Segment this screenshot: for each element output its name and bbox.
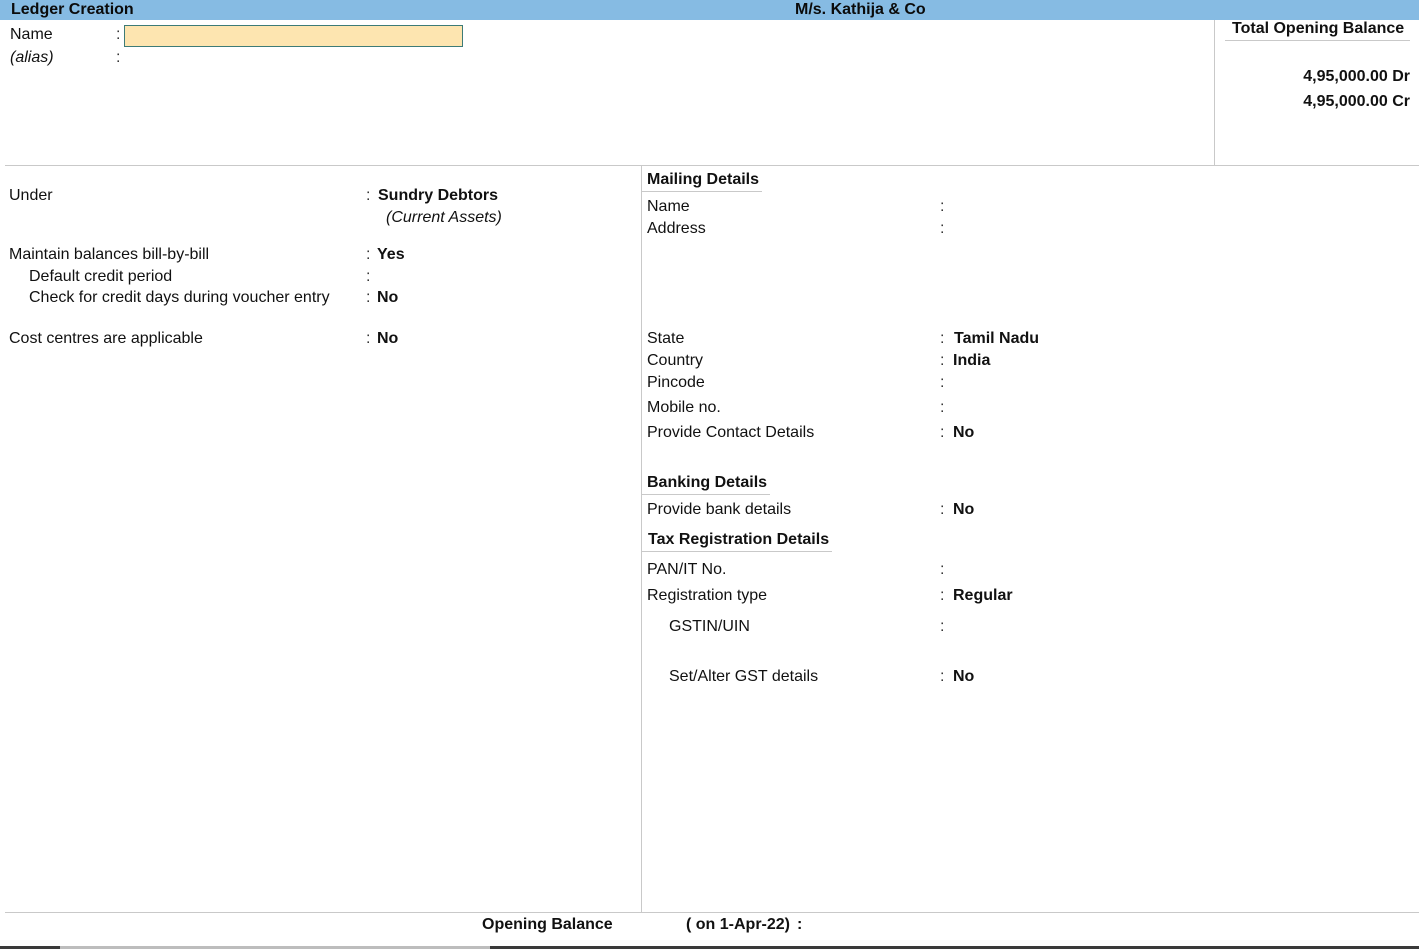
tax-registration-underline: [642, 551, 832, 552]
company-name: M/s. Kathija & Co: [795, 1, 926, 18]
header-divider: [5, 165, 1419, 166]
gstin-label: GSTIN/UIN: [669, 618, 750, 635]
cost-centres-value[interactable]: No: [377, 329, 398, 349]
bill-by-bill-value[interactable]: Yes: [377, 245, 405, 265]
cost-centres-colon: :: [366, 330, 371, 347]
alias-label: (alias): [10, 49, 54, 66]
gst-details-colon: :: [940, 668, 945, 685]
address-input[interactable]: [953, 219, 1253, 239]
pan-input[interactable]: [953, 560, 1153, 580]
gstin-input[interactable]: [953, 617, 1153, 637]
state-label: State: [647, 330, 685, 347]
alias-colon: :: [116, 49, 121, 66]
mobile-input[interactable]: [953, 398, 1153, 418]
pan-colon: :: [940, 561, 945, 578]
name-label: Name: [10, 26, 53, 43]
credit-period-label: Default credit period: [29, 268, 173, 285]
bill-by-bill-label: Maintain balances bill-by-bill: [9, 246, 210, 263]
tax-registration-heading: Tax Registration Details: [648, 531, 830, 548]
mobile-colon: :: [940, 399, 945, 416]
contact-details-label: Provide Contact Details: [647, 424, 815, 441]
credit-days-check-colon: :: [366, 289, 371, 306]
under-value[interactable]: Sundry Debtors: [378, 186, 498, 206]
mailing-name-colon: :: [940, 198, 945, 215]
credit-period-value[interactable]: [377, 267, 497, 287]
bank-details-label: Provide bank details: [647, 501, 792, 518]
address-colon: :: [940, 220, 945, 237]
alias-input[interactable]: [124, 48, 463, 68]
country-colon: :: [940, 352, 945, 369]
pan-label: PAN/IT No.: [647, 561, 727, 578]
mailing-name-input[interactable]: [953, 197, 1253, 217]
registration-type-value[interactable]: Regular: [953, 586, 1013, 606]
address-label: Address: [647, 220, 706, 237]
contact-details-value[interactable]: No: [953, 423, 974, 443]
name-colon: :: [116, 26, 121, 43]
total-opening-balance-underline: [1225, 40, 1410, 41]
credit-days-check-label: Check for credit days during voucher ent…: [29, 289, 330, 306]
total-opening-balance-title: Total Opening Balance: [1232, 20, 1405, 37]
total-opening-balance-credit: 4,95,000.00 Cr: [1303, 93, 1410, 110]
state-colon: :: [940, 330, 945, 347]
column-divider: [641, 165, 642, 912]
under-colon: :: [366, 187, 371, 204]
title-bar: Ledger Creation M/s. Kathija & Co: [0, 0, 1419, 20]
gstin-colon: :: [940, 618, 945, 635]
gst-details-label: Set/Alter GST details: [669, 668, 819, 685]
footer-divider: [5, 912, 1419, 913]
screen-title: Ledger Creation: [11, 1, 134, 18]
opening-balance-date: ( on 1-Apr-22): [686, 916, 790, 933]
pincode-input[interactable]: [953, 373, 1153, 393]
opening-balance-colon: :: [797, 916, 803, 933]
contact-details-colon: :: [940, 424, 945, 441]
opening-balance-input[interactable]: [812, 915, 1012, 935]
mobile-label: Mobile no.: [647, 399, 721, 416]
country-value[interactable]: India: [953, 351, 990, 371]
mailing-details-heading: Mailing Details: [647, 171, 760, 188]
bank-details-colon: :: [940, 501, 945, 518]
mailing-name-label: Name: [647, 198, 690, 215]
pincode-colon: :: [940, 374, 945, 391]
gst-details-value[interactable]: No: [953, 667, 974, 687]
mailing-details-underline: [642, 191, 762, 192]
credit-period-colon: :: [366, 268, 371, 285]
credit-days-check-value[interactable]: No: [377, 288, 398, 308]
registration-type-colon: :: [940, 587, 945, 604]
under-label: Under: [9, 187, 53, 204]
banking-details-underline: [642, 494, 770, 495]
banking-details-heading: Banking Details: [647, 474, 768, 491]
pincode-label: Pincode: [647, 374, 705, 391]
total-opening-balance-debit: 4,95,000.00 Dr: [1303, 68, 1410, 85]
name-input[interactable]: [124, 25, 463, 47]
state-value[interactable]: Tamil Nadu: [954, 329, 1039, 349]
cost-centres-label: Cost centres are applicable: [9, 330, 203, 347]
under-parent-group: (Current Assets): [386, 209, 502, 226]
registration-type-label: Registration type: [647, 587, 768, 604]
bank-details-value[interactable]: No: [953, 500, 974, 520]
country-label: Country: [647, 352, 704, 369]
opening-balance-label: Opening Balance: [482, 916, 613, 933]
bill-by-bill-colon: :: [366, 246, 371, 263]
